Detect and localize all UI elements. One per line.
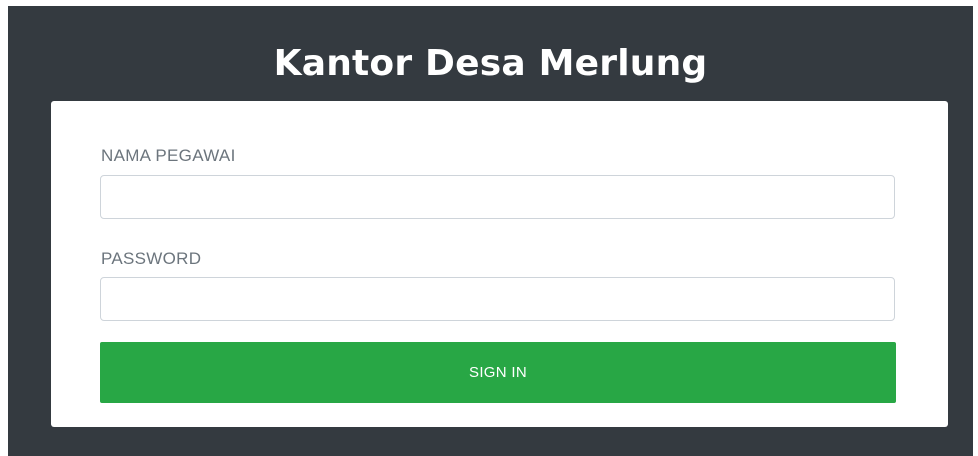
- username-input[interactable]: [100, 175, 895, 219]
- password-input[interactable]: [100, 277, 895, 321]
- password-label: PASSWORD: [101, 249, 202, 268]
- sign-in-button[interactable]: SIGN IN: [100, 342, 896, 403]
- page-title: Kantor Desa Merlung: [273, 43, 708, 84]
- login-card: NAMA PEGAWAI PASSWORD SIGN IN: [51, 101, 948, 427]
- login-page: Kantor Desa Merlung NAMA PEGAWAI PASSWOR…: [8, 6, 973, 456]
- username-label: NAMA PEGAWAI: [101, 146, 236, 165]
